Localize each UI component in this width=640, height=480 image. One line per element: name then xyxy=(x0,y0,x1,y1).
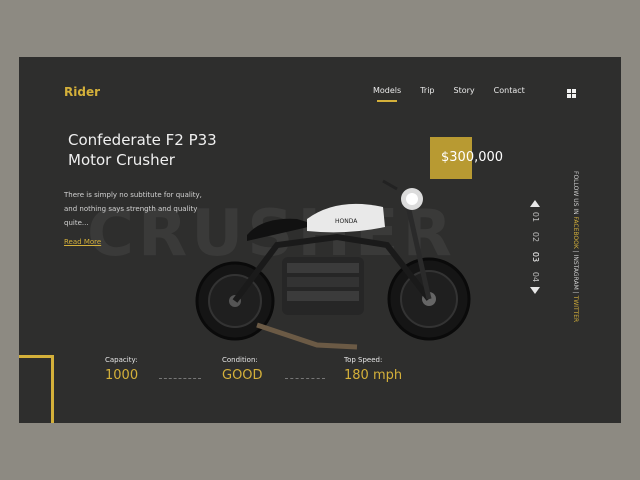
chevron-up-icon[interactable] xyxy=(530,200,540,207)
twitter-link[interactable]: TWITTER xyxy=(572,296,579,323)
hero-card: CRUSHER Rider Models Trip Story Contact … xyxy=(19,57,621,423)
grid-menu-icon[interactable] xyxy=(567,89,576,98)
social-separator: | xyxy=(572,250,579,253)
main-nav: Models Trip Story Contact xyxy=(373,86,544,102)
title-line-1: Confederate F2 P33 xyxy=(68,131,217,149)
chevron-down-icon[interactable] xyxy=(530,287,540,294)
page-title: Confederate F2 P33 Motor Crusher xyxy=(68,130,268,170)
stat-label: Condition: xyxy=(222,356,258,364)
bike-brand-label: HONDA xyxy=(335,218,358,225)
stat-value: 1000 xyxy=(105,368,139,383)
page-01[interactable]: 01 xyxy=(528,210,542,224)
stat-top-speed: Top Speed: 180 mph xyxy=(344,356,402,383)
nav-item-models[interactable]: Models xyxy=(373,86,401,102)
nav-item-contact[interactable]: Contact xyxy=(494,86,525,95)
social-separator: | xyxy=(572,291,579,294)
description-line-2: and nothing says strength and quality xyxy=(64,205,198,213)
follow-prefix: FOLLOW US IN xyxy=(572,171,579,215)
description-line-3: quite... xyxy=(64,219,89,227)
nav-item-story[interactable]: Story xyxy=(454,86,475,95)
brand-logo[interactable]: Rider xyxy=(64,85,100,99)
stat-capacity: Capacity: 1000 xyxy=(105,356,138,383)
stat-divider xyxy=(285,378,325,379)
stat-value: 180 mph xyxy=(344,368,403,383)
page-04[interactable]: 04 xyxy=(528,270,542,284)
facebook-link[interactable]: FACEBOOK xyxy=(572,217,579,249)
motorcycle-image: HONDA xyxy=(195,179,471,350)
price-label: $300,000 xyxy=(441,150,504,165)
page-02[interactable]: 02 xyxy=(528,230,542,244)
corner-accent xyxy=(19,355,54,423)
page-03[interactable]: 03 xyxy=(528,250,542,264)
stat-label: Capacity: xyxy=(105,356,138,364)
stat-value: GOOD xyxy=(222,368,263,383)
read-more-link[interactable]: Read More xyxy=(64,238,101,246)
title-line-2: Motor Crusher xyxy=(68,151,175,169)
slide-pager: 01 02 03 04 xyxy=(527,200,543,294)
stat-divider xyxy=(159,378,201,379)
stat-condition: Condition: GOOD xyxy=(222,356,263,383)
social-links: FOLLOW US IN FACEBOOK | INSTAGRAM | TWIT… xyxy=(571,171,580,337)
description-line-1: There is simply no subtitute for quality… xyxy=(64,191,202,199)
instagram-link[interactable]: INSTAGRAM xyxy=(572,255,579,290)
nav-item-trip[interactable]: Trip xyxy=(420,86,434,95)
stat-label: Top Speed: xyxy=(344,356,383,364)
